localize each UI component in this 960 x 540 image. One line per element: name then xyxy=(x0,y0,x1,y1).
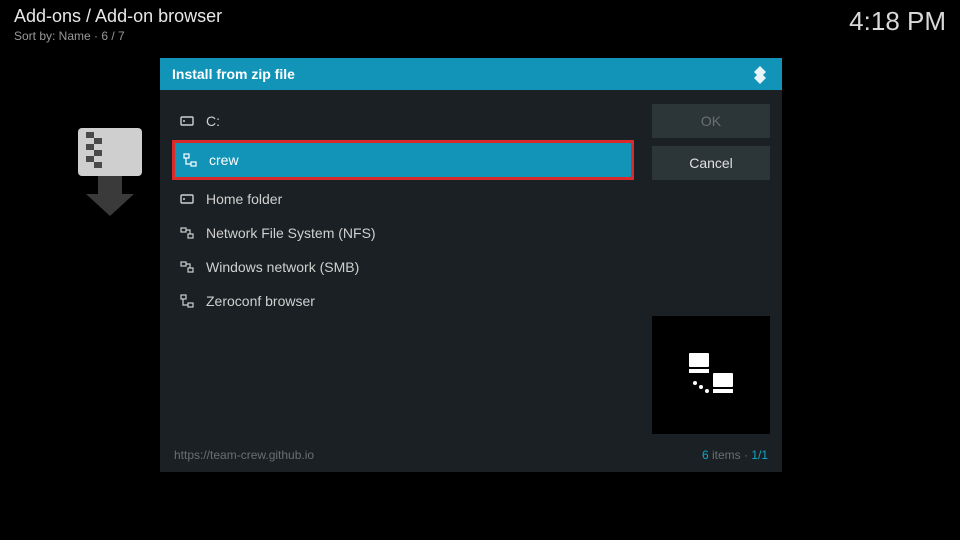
source-label: C: xyxy=(206,113,220,129)
source-item-smb[interactable]: Windows network (SMB) xyxy=(172,250,634,284)
source-list[interactable]: C: crew Home folder Network File System … xyxy=(172,104,634,434)
source-label: Home folder xyxy=(206,191,282,207)
source-item-home-folder[interactable]: Home folder xyxy=(172,182,634,216)
sort-label: Sort by: Name xyxy=(14,29,91,43)
source-item-nfs[interactable]: Network File System (NFS) xyxy=(172,216,634,250)
disk-icon xyxy=(180,192,194,206)
source-label: Zeroconf browser xyxy=(206,293,315,309)
footer-url: https://team-crew.github.io xyxy=(174,448,314,462)
network-computers-icon xyxy=(681,345,741,405)
item-count: 6 xyxy=(702,448,709,462)
source-label: Windows network (SMB) xyxy=(206,259,359,275)
clock: 4:18 PM xyxy=(849,6,946,43)
source-item-crew[interactable]: crew xyxy=(172,140,634,180)
breadcrumb: Add-ons / Add-on browser xyxy=(14,6,222,27)
sort-sep: · xyxy=(91,29,102,43)
netloc-icon xyxy=(183,153,197,167)
sort-info: Sort by: Name · 6 / 7 xyxy=(14,29,222,43)
item-word: items · xyxy=(709,448,752,462)
cancel-button[interactable]: Cancel xyxy=(652,146,770,180)
source-item-zeroconf[interactable]: Zeroconf browser xyxy=(172,284,634,318)
install-zip-dialog: Install from zip file C: crew xyxy=(160,58,782,472)
dialog-title-text: Install from zip file xyxy=(172,66,295,82)
network-icon xyxy=(180,260,194,274)
netloc-icon xyxy=(180,294,194,308)
ok-button[interactable]: OK xyxy=(652,104,770,138)
footer-count: 6 items · 1/1 xyxy=(702,448,768,462)
source-item-c-drive[interactable]: C: xyxy=(172,104,634,138)
preview-thumbnail xyxy=(652,316,770,434)
network-icon xyxy=(180,226,194,240)
source-label: crew xyxy=(209,152,239,168)
dialog-titlebar: Install from zip file xyxy=(160,58,782,90)
kodi-logo-icon xyxy=(750,64,770,84)
page-position: 6 / 7 xyxy=(101,29,124,43)
page-indicator: 1/1 xyxy=(751,448,768,462)
disk-icon xyxy=(180,114,194,128)
source-label: Network File System (NFS) xyxy=(206,225,376,241)
zip-file-icon xyxy=(78,128,142,216)
